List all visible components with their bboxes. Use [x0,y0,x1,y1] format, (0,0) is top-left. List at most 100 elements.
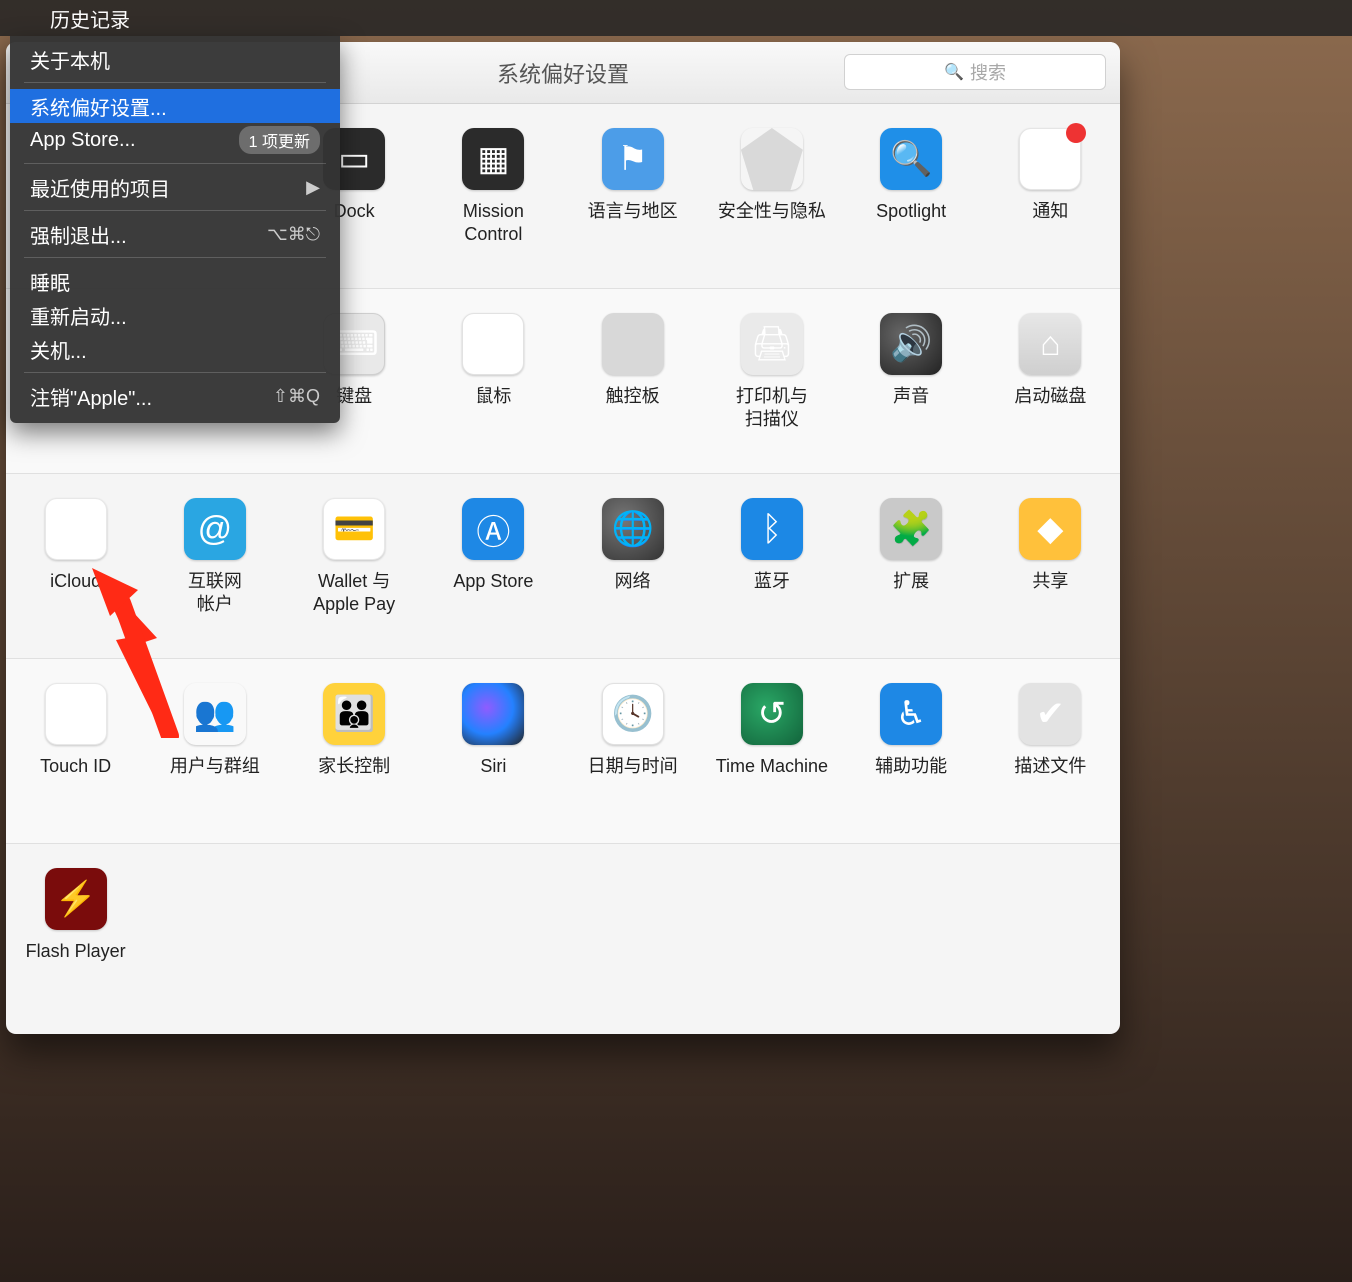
menu-shortcut: ⇧⌘Q [273,386,320,407]
menu-restart[interactable]: 重新启动... [10,298,340,332]
print-icon: 🖨 [741,313,803,375]
menu-about-this-mac[interactable]: 关于本机 [10,42,340,76]
pref-date[interactable]: 🕓 日期与时间 [563,683,702,823]
menu-label: 系统偏好设置... [30,92,167,121]
pref-startup[interactable]: ⌂启动磁盘 [981,313,1120,453]
pref-tm[interactable]: ↺ Time Machine [702,683,841,823]
search-field[interactable]: 🔍 搜索 [844,54,1106,90]
wallet-icon: 💳 [323,498,385,560]
pref-spot[interactable]: 🔍 Spotlight [842,128,981,268]
lang-icon: ⚑ [602,128,664,190]
menu-recent-items[interactable]: 最近使用的项目 ▶ [10,170,340,204]
menubar-item-4[interactable]: 历史记录 [36,0,144,36]
menu-label: 重新启动... [30,301,127,330]
pref-label: Touch ID [36,755,115,778]
pref-section-3: ☁iCloud @ 互联网帐户 💳 Wallet 与Apple Pay Ⓐ App Stor… [6,474,1120,659]
pref-label: Time Machine [712,755,832,778]
date-icon: 🕓 [602,683,664,745]
menu-system-preferences[interactable]: 系统偏好设置... [10,89,340,123]
pref-label: 打印机与扫描仪 [732,385,812,430]
bt-icon: ᛒ [741,498,803,560]
menu-label: 睡眠 [30,267,70,296]
pref-label: Flash Player [22,940,130,963]
pref-label: 共享 [1028,570,1072,593]
menu-app-store[interactable]: App Store... 1 项更新 [10,123,340,157]
ext-icon: 🧩 [880,498,942,560]
pref-section-4: ◉ Touch ID 👥 用户与群组 👪家长控制 Siri 🕓 日期与时间 ↺ Time Mach… [6,659,1120,844]
pref-sound[interactable]: 🔊 声音 [842,313,981,453]
net-icon: 🌐 [602,498,664,560]
menu-separator [24,163,326,164]
pref-profile[interactable]: ✔ 描述文件 [981,683,1120,823]
pref-share[interactable]: ◆ 共享 [981,498,1120,638]
sound-icon: 🔊 [880,313,942,375]
pref-ext[interactable]: 🧩 扩展 [842,498,981,638]
mc-icon: ▦ [462,128,524,190]
pref-label: iCloud [46,570,105,593]
pref-icloud[interactable]: ☁iCloud [6,498,145,638]
pref-inet[interactable]: @ 互联网帐户 [145,498,284,638]
pref-access[interactable]: ♿︎辅助功能 [842,683,981,823]
menubar: Safari文件编辑显示历史记录书签开发窗口帮助 [0,0,1352,36]
pref-sec[interactable]: 安全性与隐私 [702,128,841,268]
pref-mouse[interactable]: 鼠标 [424,313,563,453]
siri-icon [462,683,524,745]
menu-force-quit[interactable]: 强制退出... ⌥⌘⎋ [10,217,340,251]
pref-notif[interactable]: 通知 [981,128,1120,268]
inet-icon: @ [184,498,246,560]
pref-label: 扩展 [889,570,933,593]
menu-shutdown[interactable]: 关机... [10,332,340,366]
pref-label: 声音 [889,385,933,408]
pref-bt[interactable]: ᛒ 蓝牙 [702,498,841,638]
pref-label: App Store [449,570,537,593]
search-icon: 🔍 [944,62,964,82]
spot-icon: 🔍 [880,128,942,190]
pref-print[interactable]: 🖨 打印机与扫描仪 [702,313,841,453]
pref-siri[interactable]: Siri [424,683,563,823]
pref-label: Spotlight [872,200,950,223]
tm-icon: ↺ [741,683,803,745]
pref-label: 日期与时间 [584,755,682,778]
share-icon: ◆ [1019,498,1081,560]
mouse-icon [462,313,524,375]
pref-lang[interactable]: ⚑ 语言与地区 [563,128,702,268]
menu-label: 注销"Apple"... [30,382,152,411]
pref-label: 安全性与隐私 [714,200,830,223]
menu-shortcut: ⌥⌘⎋ [267,224,320,245]
notif-icon [1019,128,1081,190]
pref-net[interactable]: 🌐 网络 [563,498,702,638]
pref-users[interactable]: 👥 用户与群组 [145,683,284,823]
menu-logout[interactable]: 注销"Apple"... ⇧⌘Q [10,379,340,413]
menu-sleep[interactable]: 睡眠 [10,264,340,298]
pref-label: Wallet 与Apple Pay [309,570,399,615]
pref-mc[interactable]: ▦ MissionControl [424,128,563,268]
access-icon: ♿︎ [880,683,942,745]
menu-label: 关于本机 [30,45,110,74]
pref-label: 互联网帐户 [184,570,246,615]
pref-appst[interactable]: Ⓐ App Store [424,498,563,638]
menu-separator [24,210,326,211]
touch-icon: ◉ [45,683,107,745]
menu-label: 最近使用的项目 [30,173,170,202]
menu-label: 强制退出... [30,220,127,249]
track-icon [602,313,664,375]
pref-label: 网络 [611,570,655,593]
profile-icon: ✔ [1019,683,1081,745]
pref-label: MissionControl [459,200,528,245]
pref-label: 用户与群组 [166,755,264,778]
pref-label: 蓝牙 [750,570,794,593]
pref-label: Siri [476,755,510,778]
pref-touch[interactable]: ◉ Touch ID [6,683,145,823]
pref-wallet[interactable]: 💳 Wallet 与Apple Pay [285,498,424,638]
menu-separator [24,82,326,83]
pref-label: 描述文件 [1010,755,1090,778]
search-placeholder: 搜索 [970,59,1006,85]
pref-label: 语言与地区 [584,200,682,223]
menu-separator [24,372,326,373]
users-icon: 👥 [184,683,246,745]
pref-parent[interactable]: 👪家长控制 [285,683,424,823]
pref-label: 启动磁盘 [1010,385,1090,408]
appst-icon: Ⓐ [462,498,524,560]
pref-flash[interactable]: ⚡Flash Player [6,868,145,1008]
pref-track[interactable]: 触控板 [563,313,702,453]
